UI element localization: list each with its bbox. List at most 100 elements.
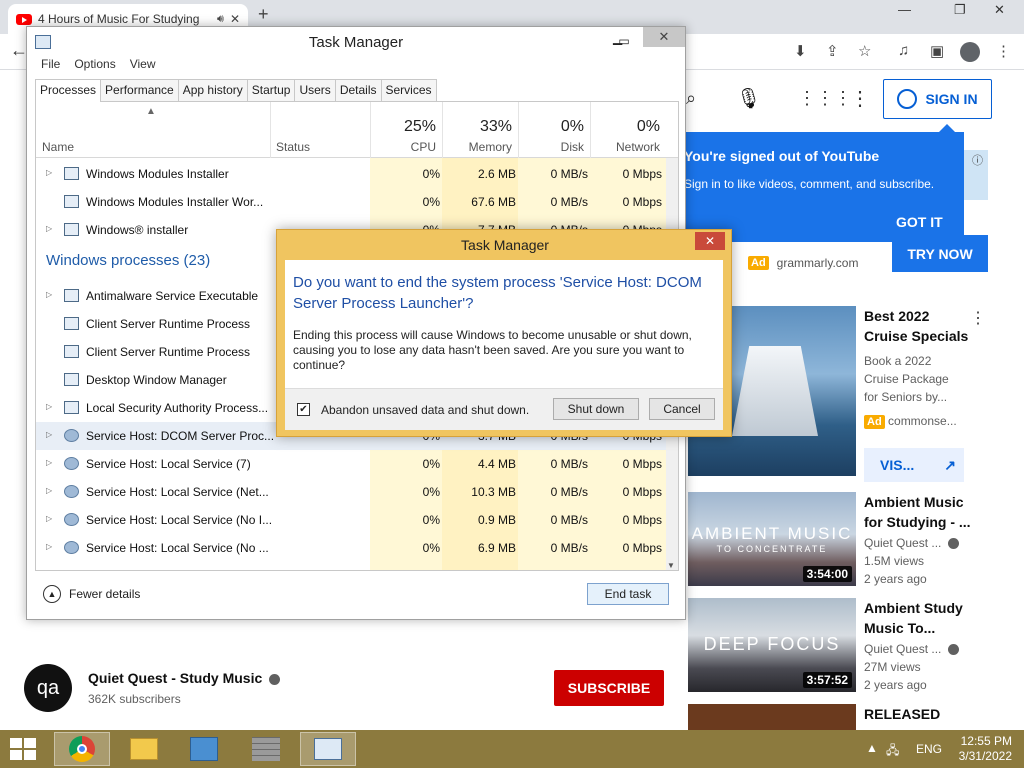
tab-app-history[interactable]: App history [177,79,248,101]
ad-title[interactable]: Best 2022 Cruise Specials [864,306,974,346]
tab-startup[interactable]: Startup [246,79,296,101]
scroll-down-icon[interactable]: ▼ [667,561,675,570]
subscribe-button[interactable]: SUBSCRIBE [554,670,664,706]
table-row[interactable]: ▷ Service Host: Local Service (No I... 0… [36,506,666,534]
table-row[interactable]: Windows Modules Installer Wor... 0% 67.6… [36,188,666,216]
input-language[interactable]: ENG [916,742,942,756]
video-title[interactable]: RELEASED [864,704,974,724]
shut-down-button[interactable]: Shut down [553,398,639,420]
channel-name[interactable]: Quiet Quest - Study Music [88,670,281,686]
visit-button[interactable]: VIS... ↗ [864,448,964,482]
video-item[interactable]: DEEP FOCUS 3:57:52 Ambient Study Music T… [688,598,1024,694]
table-row[interactable]: ▷ Service Host: Local Service (7) 0% 4.4… [36,450,666,478]
gear-icon [64,541,79,554]
col-name[interactable]: Name [42,140,74,154]
video-thumbnail[interactable]: DEEP FOCUS 3:57:52 [688,598,856,692]
apps-grid-icon[interactable]: ⋮⋮⋮ [798,88,852,109]
col-network[interactable]: 0% Network [590,102,666,158]
expand-icon[interactable]: ▷ [46,168,52,177]
maximize-icon[interactable]: ▭ [611,31,637,51]
tab-performance[interactable]: Performance [100,79,179,101]
close-icon[interactable]: ✕ [695,232,725,250]
firewall-taskbar-icon[interactable] [238,732,294,766]
speaker-icon[interactable]: 🔊︎ [217,13,224,26]
cancel-button[interactable]: Cancel [649,398,715,420]
new-tab-button[interactable]: + [258,4,269,25]
video-title[interactable]: Ambient Music for Studying - ... [864,492,974,532]
file-explorer-taskbar-icon[interactable] [116,732,172,766]
memory-value: 0.9 MB [477,513,516,527]
tab-services[interactable]: Services [380,79,437,101]
minimize-icon[interactable]: — [898,2,911,17]
got-it-button[interactable]: GOT IT [896,214,943,230]
restore-icon[interactable]: ❐ [954,2,966,18]
col-cpu[interactable]: 25% CPU [370,102,442,158]
microphone-icon[interactable]: 🎙︎ [736,86,761,111]
process-icon [64,317,79,330]
task-manager-taskbar-icon[interactable] [300,732,356,766]
expand-icon[interactable]: ▷ [46,402,52,411]
visit-label: VIS... [880,457,915,473]
expand-icon[interactable]: ▷ [46,514,52,523]
col-status[interactable]: Status [276,140,310,154]
abandon-data-checkbox[interactable]: ✔ [297,403,310,416]
media-control-icon[interactable]: ♫ [898,42,909,59]
menu-file[interactable]: File [41,57,60,77]
share-icon[interactable]: ⇪ [826,42,839,60]
chrome-taskbar-icon[interactable] [54,732,110,766]
abandon-data-label[interactable]: Abandon unsaved data and shut down. [321,403,529,417]
process-name: Client Server Runtime Process [86,345,251,359]
table-row[interactable]: ▷ Windows Modules Installer 0% 2.6 MB 0 … [36,160,666,188]
channel-avatar[interactable]: qa [24,664,72,712]
expand-icon[interactable]: ▷ [46,224,52,233]
ad-domain[interactable]: grammarly.com [777,256,859,270]
tab-users[interactable]: Users [294,79,336,101]
settings-menu-icon[interactable]: ⋮ [850,86,870,111]
expand-icon[interactable]: ▷ [46,290,52,299]
close-icon[interactable]: ✕ [994,2,1005,18]
tab-close-icon[interactable]: ✕ [230,12,240,26]
start-button[interactable] [10,738,38,762]
table-row[interactable]: ▷ Service Host: Local Service (No ... 0%… [36,534,666,562]
profile-avatar-icon[interactable] [960,42,980,62]
video-title[interactable]: Ambient Study Music To... [864,598,974,638]
table-row[interactable]: ▷ Service Host: Local Service (Net... 0%… [36,478,666,506]
end-task-button[interactable]: End task [587,583,669,605]
video-item[interactable]: RELEASED [688,704,1024,730]
expand-icon[interactable]: ▷ [46,458,52,467]
col-memory[interactable]: 33% Memory [442,102,518,158]
expand-icon[interactable]: ▷ [46,542,52,551]
side-panel-icon[interactable]: ▣ [930,42,944,60]
process-icon [64,345,79,358]
chrome-menu-icon[interactable]: ⋮ [996,42,1011,60]
task-manager-titlebar[interactable]: Task Manager ▁ ▭ ✕ [27,27,685,57]
video-thumbnail[interactable]: AMBIENT MUSIC TO CONCENTRATE 3:54:00 [688,492,856,586]
control-panel-taskbar-icon[interactable] [176,732,232,766]
clock[interactable]: 12:55 PM 3/31/2022 [952,734,1012,764]
network-icon[interactable]: 🖧︎ [886,741,899,762]
menu-options[interactable]: Options [74,57,115,77]
memory-value: 10.3 MB [471,485,516,499]
col-disk[interactable]: 0% Disk [518,102,590,158]
search-icon[interactable]: ⌕ [686,88,696,109]
chevron-up-icon[interactable]: ▲ [43,585,61,603]
bookmark-star-icon[interactable]: ☆ [858,42,871,60]
close-icon[interactable]: ✕ [643,27,685,47]
fewer-details-link[interactable]: Fewer details [69,587,140,601]
ad-card-cruise[interactable]: Best 2022 Cruise Specials ⋮ Book a 2022 … [688,306,1024,482]
show-hidden-icons-icon[interactable]: ▲ [866,741,878,755]
video-item[interactable]: AMBIENT MUSIC TO CONCENTRATE 3:54:00 Amb… [688,492,1024,588]
menu-view[interactable]: View [130,57,156,77]
thumb-subtext: TO CONCENTRATE [716,544,828,554]
group-header-windows-processes[interactable]: Windows processes (23) [46,252,210,269]
expand-icon[interactable]: ▷ [46,486,52,495]
tab-details[interactable]: Details [334,79,382,101]
sign-in-button[interactable]: SIGN IN [883,79,992,119]
ad-menu-icon[interactable]: ⋮ [970,308,986,328]
expand-icon[interactable]: ▷ [46,430,52,439]
try-now-button[interactable]: TRY NOW [892,235,988,272]
info-icon[interactable]: ⓘ [972,152,983,168]
install-icon[interactable]: ⬇ [794,42,807,60]
tab-processes[interactable]: Processes [35,79,102,102]
video-thumbnail[interactable] [688,704,856,730]
